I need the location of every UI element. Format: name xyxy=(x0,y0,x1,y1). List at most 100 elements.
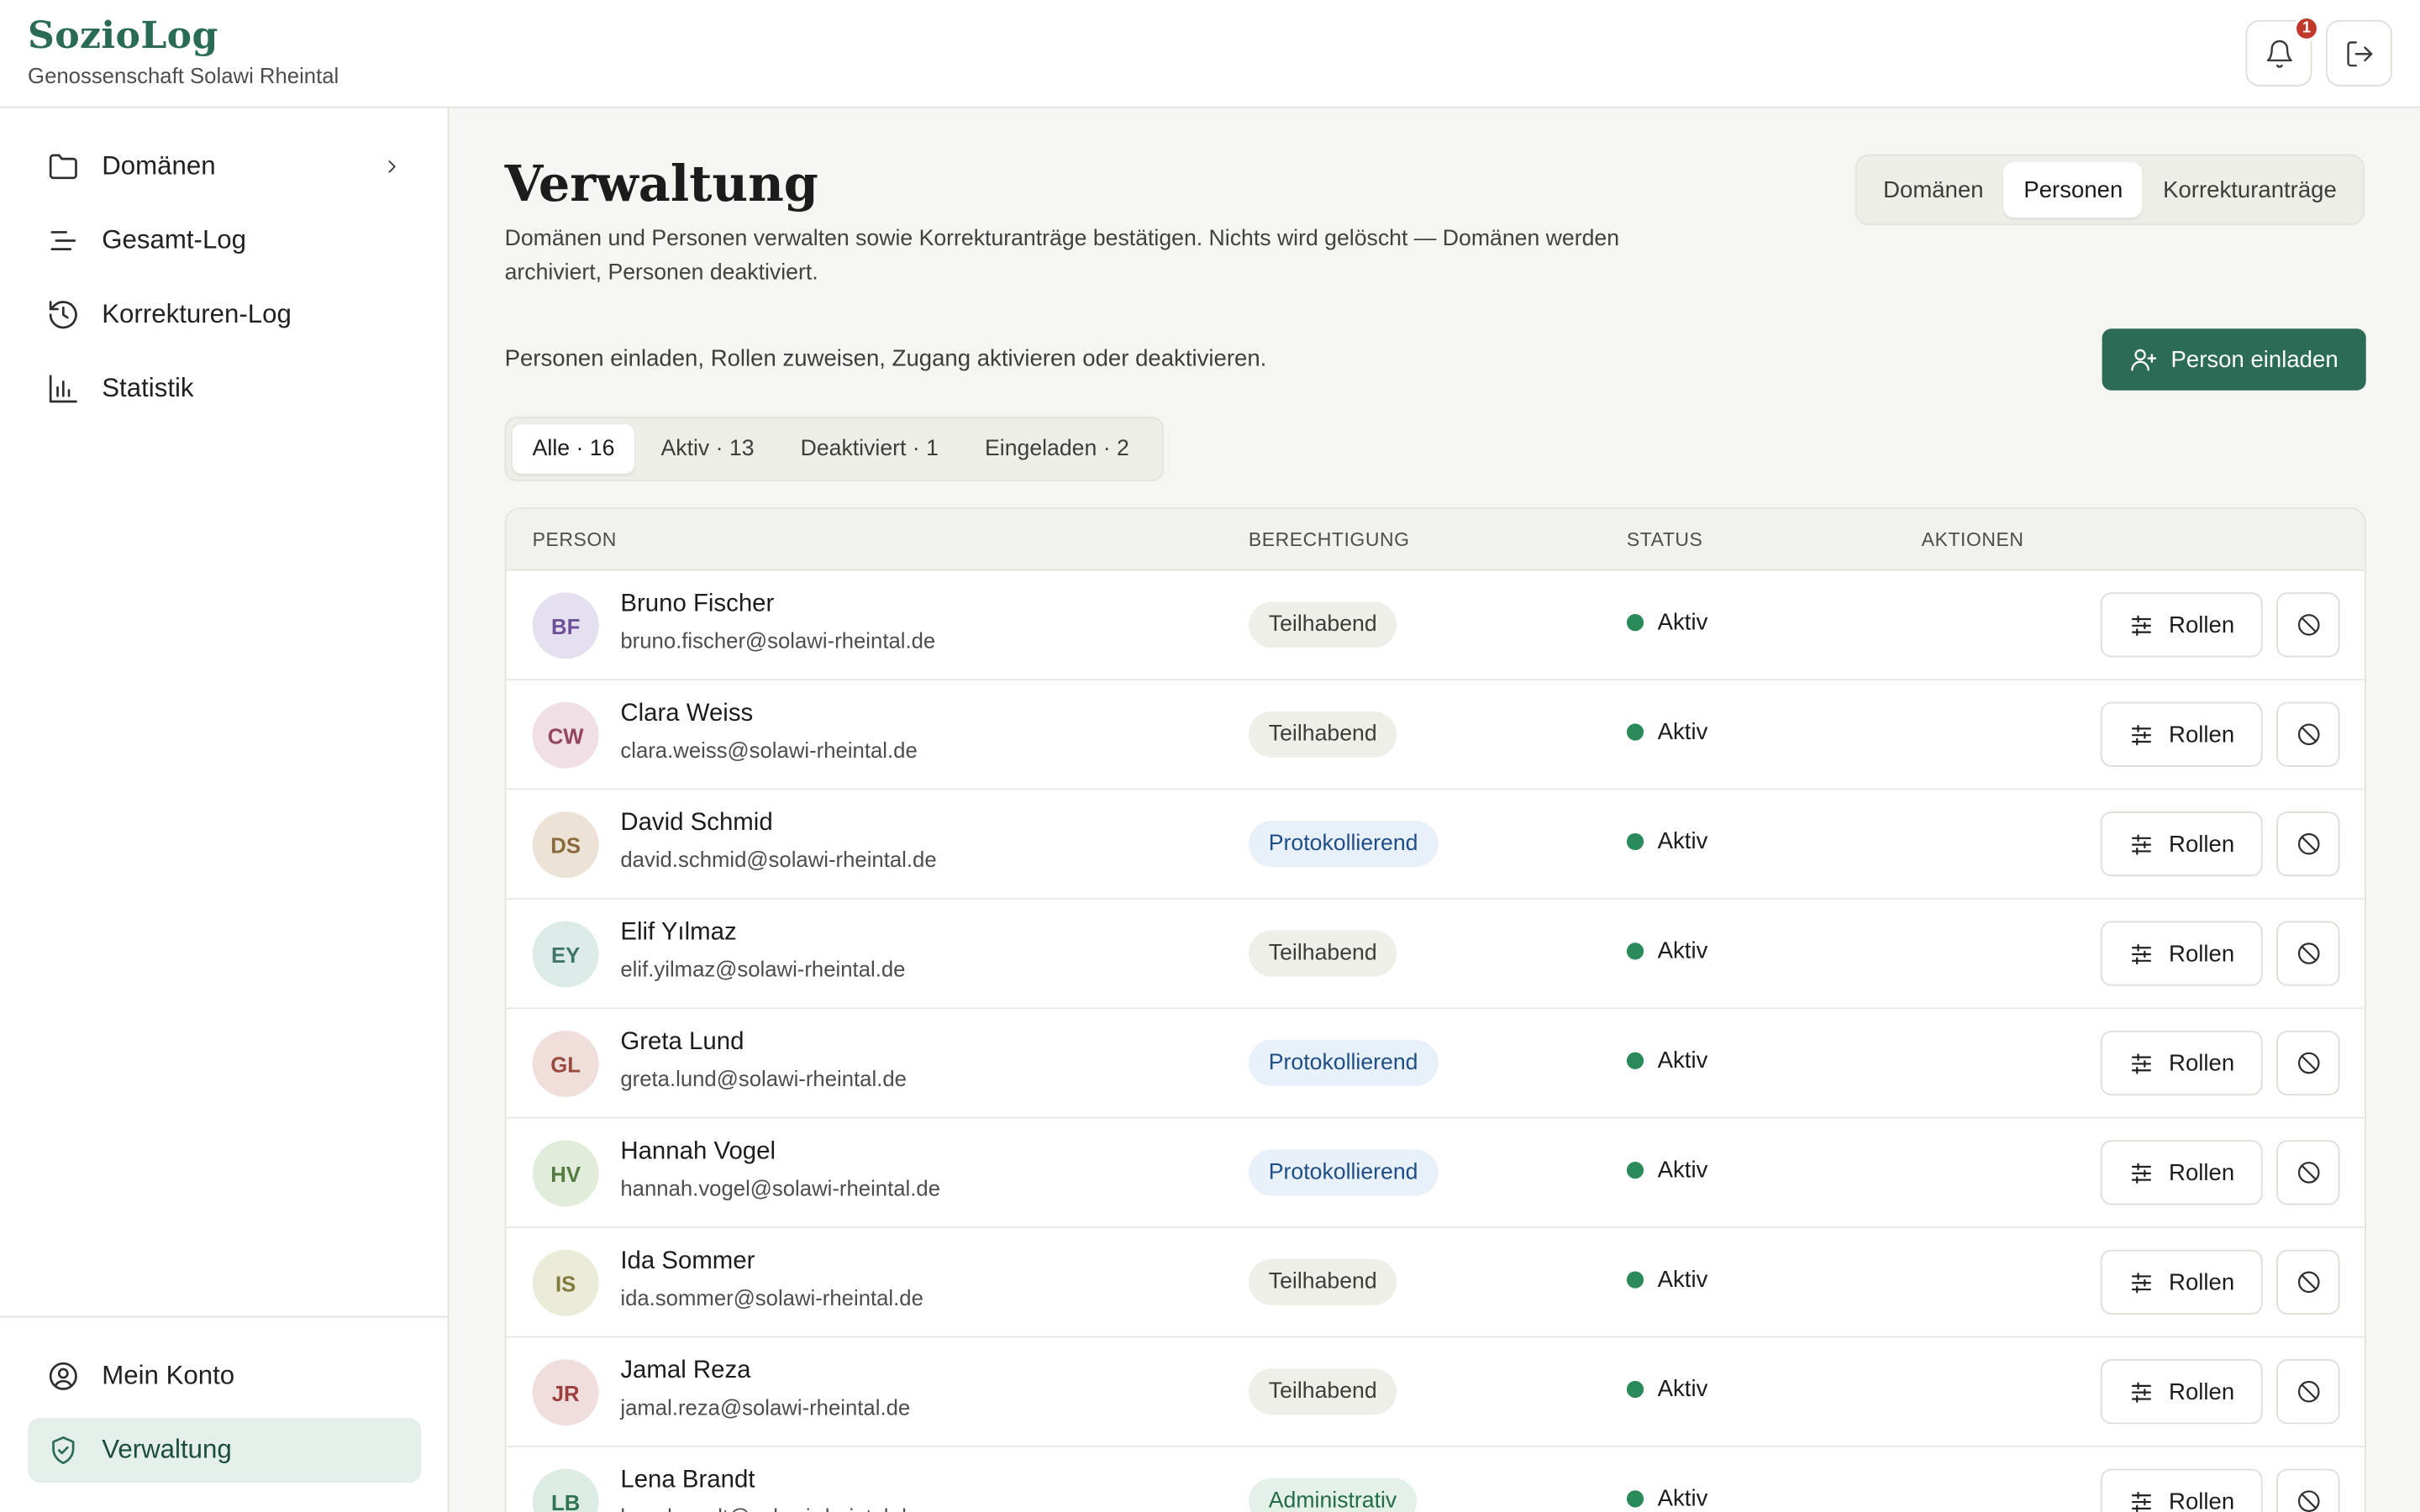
status-dot xyxy=(1626,1380,1644,1399)
deactivate-button[interactable] xyxy=(2276,1030,2340,1096)
status-label: Aktiv xyxy=(1657,1157,1708,1184)
sidebar-item-label: Domänen xyxy=(102,151,216,181)
sidebar-item-statistik[interactable]: Statistik xyxy=(28,356,421,421)
sidebar: Domänen Gesamt-Log Korrekturen-Log Stati… xyxy=(0,108,450,1512)
sidebar-item-mein-konto[interactable]: Mein Konto xyxy=(28,1344,421,1409)
sliders-icon xyxy=(2132,1053,2152,1074)
status-dot xyxy=(1626,1052,1644,1069)
filter-alle[interactable]: Alle · 16 xyxy=(512,424,635,474)
deactivate-button[interactable] xyxy=(2276,701,2340,767)
status-dot xyxy=(1626,1162,1644,1179)
roles-button[interactable]: Rollen xyxy=(2100,701,2263,767)
deactivate-button[interactable] xyxy=(2276,1359,2340,1425)
sidebar-item-domaenen[interactable]: Domänen xyxy=(28,134,421,199)
status-indicator: Aktiv xyxy=(1626,609,1708,636)
deactivate-button[interactable] xyxy=(2276,921,2340,986)
status-label: Aktiv xyxy=(1657,1376,1708,1403)
roles-button-label: Rollen xyxy=(2169,831,2235,858)
status-indicator: Aktiv xyxy=(1626,1157,1708,1184)
table-row: IS Ida Sommer ida.sommer@solawi-rheintal… xyxy=(506,1228,2365,1338)
roles-button[interactable]: Rollen xyxy=(2100,592,2263,658)
role-badge: Teilhabend xyxy=(1248,1258,1397,1305)
person-email: clara.weiss@solawi-rheintal.de xyxy=(620,737,918,763)
roles-button[interactable]: Rollen xyxy=(2100,1249,2263,1315)
bell-icon xyxy=(2265,39,2291,67)
person-name: Ida Sommer xyxy=(620,1247,755,1275)
user-plus-icon xyxy=(2130,349,2156,371)
sidebar-item-verwaltung[interactable]: Verwaltung xyxy=(28,1417,422,1483)
logout-button[interactable] xyxy=(2325,19,2392,87)
sidebar-item-korrekturen-log[interactable]: Korrekturen-Log xyxy=(28,282,421,347)
deactivate-button[interactable] xyxy=(2276,1468,2340,1512)
status-label: Aktiv xyxy=(1657,1266,1708,1294)
ban-icon xyxy=(2297,1490,2319,1512)
sidebar-item-gesamt-log[interactable]: Gesamt-Log xyxy=(28,208,421,273)
filter-aktiv[interactable]: Aktiv · 13 xyxy=(641,424,775,474)
column-header-status: STATUS xyxy=(1626,529,1703,551)
status-dot xyxy=(1626,723,1644,741)
person-name: Clara Weiss xyxy=(620,700,754,727)
table-header: PERSON BERECHTIGUNG STATUS AKTIONEN xyxy=(506,509,2365,571)
avatar: LB xyxy=(532,1468,599,1512)
status-label: Aktiv xyxy=(1657,609,1708,636)
sidebar-item-label: Statistik xyxy=(102,373,194,403)
person-name: Jamal Reza xyxy=(620,1357,751,1384)
person-email: hannah.vogel@solawi-rheintal.de xyxy=(620,1175,941,1200)
roles-button-label: Rollen xyxy=(2169,940,2235,967)
sidebar-divider xyxy=(0,1315,450,1318)
status-label: Aktiv xyxy=(1657,1485,1708,1512)
organization-name: Genossenschaft Solawi Rheintal xyxy=(28,63,339,88)
deactivate-button[interactable] xyxy=(2276,592,2340,658)
invite-person-button[interactable]: Person einladen xyxy=(2101,328,2366,391)
logout-icon xyxy=(2346,40,2372,66)
page-title: Verwaltung xyxy=(504,154,818,213)
roles-button[interactable]: Rollen xyxy=(2100,921,2263,986)
ban-icon xyxy=(2297,832,2319,855)
status-indicator: Aktiv xyxy=(1626,719,1707,745)
status-dot xyxy=(1626,614,1644,632)
person-email: ida.sommer@solawi-rheintal.de xyxy=(620,1285,923,1310)
role-badge: Teilhabend xyxy=(1248,1368,1397,1415)
notification-count-badge: 1 xyxy=(2293,15,2320,42)
sliders-icon xyxy=(2132,1272,2152,1293)
role-badge: Protokollierend xyxy=(1248,821,1439,868)
tab-personen[interactable]: Personen xyxy=(2003,161,2144,218)
person-name: Bruno Fischer xyxy=(620,591,775,617)
roles-button[interactable]: Rollen xyxy=(2100,1140,2263,1205)
ban-icon xyxy=(2297,614,2319,636)
status-indicator: Aktiv xyxy=(1626,1047,1707,1074)
tab-korrekturantraege[interactable]: Korrekturanträge xyxy=(2143,162,2357,218)
deactivate-button[interactable] xyxy=(2276,811,2340,877)
sliders-icon xyxy=(2132,724,2152,745)
app-stage: SozioLog Genossenschaft Solawi Rheintal … xyxy=(0,0,2420,1512)
status-label: Aktiv xyxy=(1657,937,1708,964)
role-badge: Teilhabend xyxy=(1248,711,1397,758)
list-icon xyxy=(50,231,76,250)
person-email: bruno.fischer@solawi-rheintal.de xyxy=(620,627,936,653)
roles-button[interactable]: Rollen xyxy=(2100,1030,2263,1096)
roles-button[interactable]: Rollen xyxy=(2100,811,2263,877)
deactivate-button[interactable] xyxy=(2276,1249,2340,1315)
ban-icon xyxy=(2297,723,2319,746)
sliders-icon xyxy=(2132,1162,2152,1184)
roles-button[interactable]: Rollen xyxy=(2100,1359,2263,1425)
app-title: SozioLog xyxy=(28,12,218,57)
tab-domaenen[interactable]: Domänen xyxy=(1863,162,2003,218)
shield-check-icon xyxy=(52,1436,75,1465)
person-email: elif.yilmaz@solawi-rheintal.de xyxy=(620,956,906,982)
status-indicator: Aktiv xyxy=(1626,937,1708,964)
person-email: lena.brandt@solawi-rheintal.de xyxy=(620,1504,918,1512)
table-row: CW Clara Weiss clara.weiss@solawi-rheint… xyxy=(506,680,2365,790)
filter-eingeladen[interactable]: Eingeladen · 2 xyxy=(965,424,1150,474)
avatar: EY xyxy=(532,921,599,988)
status-indicator: Aktiv xyxy=(1626,1266,1708,1294)
deactivate-button[interactable] xyxy=(2276,1140,2340,1205)
person-email: david.schmid@solawi-rheintal.de xyxy=(620,847,937,872)
status-indicator: Aktiv xyxy=(1626,1376,1708,1403)
roles-button[interactable]: Rollen xyxy=(2100,1468,2263,1512)
filter-deaktiviert[interactable]: Deaktiviert · 1 xyxy=(781,424,959,474)
notifications-button[interactable]: 1 xyxy=(2245,15,2320,87)
brand[interactable]: SozioLog Genossenschaft Solawi Rheintal xyxy=(28,13,339,88)
sliders-icon xyxy=(2132,833,2152,854)
roles-button-label: Rollen xyxy=(2169,1268,2235,1295)
